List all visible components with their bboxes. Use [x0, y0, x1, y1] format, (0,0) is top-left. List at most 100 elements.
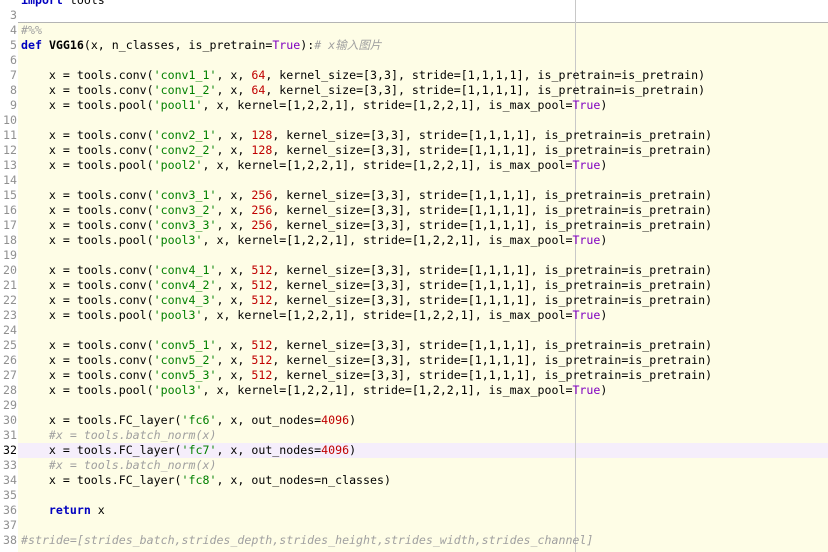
- code-token: 128: [251, 143, 273, 157]
- code-token: , kernel_size=[3,3], stride=[1,1,1,1], i…: [265, 83, 706, 97]
- code-text[interactable]: x = tools.conv('conv3_2', x, 256, kernel…: [21, 203, 712, 218]
- code-text[interactable]: x = tools.conv('conv4_3', x, 512, kernel…: [21, 293, 712, 308]
- code-line[interactable]: 4 #%%: [0, 23, 828, 38]
- code-line[interactable]: 3: [0, 8, 828, 23]
- code-line[interactable]: 24: [0, 323, 828, 338]
- line-number: 33: [3, 458, 17, 472]
- line-number: 9: [10, 98, 17, 112]
- code-text[interactable]: x = tools.FC_layer('fc8', x, out_nodes=n…: [21, 473, 391, 488]
- code-text[interactable]: #stride=[strides_batch,strides_depth,str…: [21, 533, 593, 548]
- code-line[interactable]: 10: [0, 113, 828, 128]
- code-line[interactable]: 33 #x = tools.batch_norm(x): [0, 458, 828, 473]
- code-text[interactable]: x = tools.FC_layer('fc6', x, out_nodes=4…: [21, 413, 356, 428]
- code-token: True: [572, 158, 601, 172]
- code-line[interactable]: 5 def VGG16(x, n_classes, is_pretrain=Tru…: [0, 38, 828, 53]
- code-line[interactable]: 34 x = tools.FC_layer('fc8', x, out_node…: [0, 473, 828, 488]
- code-token: , kernel_size=[3,3], stride=[1,1,1,1], i…: [272, 128, 713, 142]
- line-number: 21: [3, 278, 17, 292]
- code-text[interactable]: import tools: [21, 0, 105, 8]
- code-line[interactable]: 29: [0, 398, 828, 413]
- code-text[interactable]: x = tools.conv('conv4_2', x, 512, kernel…: [21, 278, 712, 293]
- code-line[interactable]: 38 #stride=[strides_batch,strides_depth,s…: [0, 533, 828, 548]
- code-text[interactable]: x = tools.conv('conv3_3', x, 256, kernel…: [21, 218, 712, 233]
- line-number: 29: [3, 398, 17, 412]
- code-token: def: [21, 38, 42, 52]
- code-line[interactable]: 17 x = tools.conv('conv3_3', x, 256, ker…: [0, 218, 828, 233]
- code-line[interactable]: 20 x = tools.conv('conv4_1', x, 512, ker…: [0, 263, 828, 278]
- code-line[interactable]: 19: [0, 248, 828, 263]
- code-line[interactable]: 28 x = tools.pool('pool3', x, kernel=[1,…: [0, 383, 828, 398]
- code-line[interactable]: 30 x = tools.FC_layer('fc6', x, out_node…: [0, 413, 828, 428]
- code-line[interactable]: 8 x = tools.conv('conv1_2', x, 64, kerne…: [0, 83, 828, 98]
- code-text[interactable]: x = tools.pool('pool1', x, kernel=[1,2,2…: [21, 98, 607, 113]
- code-text[interactable]: #x = tools.batch_norm(x): [21, 458, 217, 473]
- code-token: , x, out_nodes=n_classes): [216, 473, 391, 487]
- code-line[interactable]: 36 return x: [0, 503, 828, 518]
- code-text[interactable]: x = tools.conv('conv1_1', x, 64, kernel_…: [21, 68, 705, 83]
- code-text[interactable]: x = tools.conv('conv5_1', x, 512, kernel…: [21, 338, 712, 353]
- code-line[interactable]: 15 x = tools.conv('conv3_1', x, 256, ker…: [0, 188, 828, 203]
- code-text[interactable]: x = tools.conv('conv1_2', x, 64, kernel_…: [21, 83, 705, 98]
- code-line[interactable]: import tools: [0, 0, 828, 8]
- code-line[interactable]: 13 x = tools.pool('pool2', x, kernel=[1,…: [0, 158, 828, 173]
- code-line[interactable]: 21 x = tools.conv('conv4_2', x, 512, ker…: [0, 278, 828, 293]
- code-line[interactable]: 16 x = tools.conv('conv3_2', x, 256, ker…: [0, 203, 828, 218]
- code-text[interactable]: x = tools.conv('conv2_1', x, 128, kernel…: [21, 128, 712, 143]
- code-token: , x, kernel=[1,2,2,1], stride=[1,2,2,1],…: [202, 233, 573, 247]
- code-token: 'conv5_1': [153, 338, 217, 352]
- code-token: True: [572, 308, 601, 322]
- code-token: x = tools.conv(: [21, 203, 154, 217]
- code-token: , kernel_size=[3,3], stride=[1,1,1,1], i…: [272, 368, 713, 382]
- code-line[interactable]: 26 x = tools.conv('conv5_2', x, 512, ker…: [0, 353, 828, 368]
- code-token: , x, kernel=[1,2,2,1], stride=[1,2,2,1],…: [202, 98, 573, 112]
- code-token: , x,: [216, 83, 252, 97]
- code-token: , x, kernel=[1,2,2,1], stride=[1,2,2,1],…: [202, 308, 573, 322]
- code-text[interactable]: #x = tools.batch_norm(x): [21, 428, 217, 443]
- code-line[interactable]: 14: [0, 173, 828, 188]
- code-line[interactable]: 31 #x = tools.batch_norm(x): [0, 428, 828, 443]
- code-line[interactable]: 35: [0, 488, 828, 503]
- code-token: 'conv2_2': [153, 143, 217, 157]
- code-text[interactable]: def VGG16(x, n_classes, is_pretrain=True…: [21, 38, 382, 53]
- code-token: x = tools.conv(: [21, 128, 154, 142]
- code-text[interactable]: x = tools.pool('pool3', x, kernel=[1,2,2…: [21, 383, 607, 398]
- code-text[interactable]: #%%: [21, 23, 42, 38]
- line-number: 36: [3, 503, 17, 517]
- code-line[interactable]: 37: [0, 518, 828, 533]
- code-editor[interactable]: import tools 3 4 #%% 5 def VGG16(x, n_classes…: [0, 0, 828, 552]
- code-line[interactable]: 27 x = tools.conv('conv5_3', x, 512, ker…: [0, 368, 828, 383]
- code-token: ): [600, 383, 608, 397]
- code-text[interactable]: x = tools.pool('pool2', x, kernel=[1,2,2…: [21, 158, 607, 173]
- code-text[interactable]: x = tools.conv('conv5_2', x, 512, kernel…: [21, 353, 712, 368]
- code-line[interactable]: 23 x = tools.pool('pool3', x, kernel=[1,…: [0, 308, 828, 323]
- code-line[interactable]: 22 x = tools.conv('conv4_3', x, 512, ker…: [0, 293, 828, 308]
- code-token: 'pool3': [153, 383, 203, 397]
- code-line[interactable]: 12 x = tools.conv('conv2_2', x, 128, ker…: [0, 143, 828, 158]
- code-text[interactable]: x = tools.conv('conv2_2', x, 128, kernel…: [21, 143, 712, 158]
- code-token: , x,: [216, 293, 252, 307]
- code-token: 256: [251, 203, 273, 217]
- code-text[interactable]: return x: [21, 503, 105, 518]
- code-text[interactable]: x = tools.FC_layer('fc7', x, out_nodes=4…: [21, 443, 356, 458]
- code-line[interactable]: 18 x = tools.pool('pool3', x, kernel=[1,…: [0, 233, 828, 248]
- code-token: , x, out_nodes=: [216, 413, 322, 427]
- code-line[interactable]: 11 x = tools.conv('conv2_1', x, 128, ker…: [0, 128, 828, 143]
- code-line[interactable]: 9 x = tools.pool('pool1', x, kernel=[1,2…: [0, 98, 828, 113]
- code-text[interactable]: x = tools.conv('conv4_1', x, 512, kernel…: [21, 263, 712, 278]
- code-line[interactable]: 7 x = tools.conv('conv1_1', x, 64, kerne…: [0, 68, 828, 83]
- line-number: 30: [3, 413, 17, 427]
- code-token: 'conv2_1': [153, 128, 217, 142]
- code-token: x = tools.conv(: [21, 83, 154, 97]
- code-token: 4096: [321, 443, 350, 457]
- code-text[interactable]: x = tools.pool('pool3', x, kernel=[1,2,2…: [21, 308, 607, 323]
- code-text[interactable]: x = tools.pool('pool3', x, kernel=[1,2,2…: [21, 233, 607, 248]
- code-text[interactable]: x = tools.conv('conv5_3', x, 512, kernel…: [21, 368, 712, 383]
- code-line[interactable]: 6: [0, 53, 828, 68]
- line-number: 13: [3, 158, 17, 172]
- code-token: VGG16: [48, 38, 84, 52]
- code-token: 4096: [321, 413, 350, 427]
- code-line[interactable]: 25 x = tools.conv('conv5_1', x, 512, ker…: [0, 338, 828, 353]
- code-text[interactable]: x = tools.conv('conv3_1', x, 256, kernel…: [21, 188, 712, 203]
- code-token: 128: [251, 128, 273, 142]
